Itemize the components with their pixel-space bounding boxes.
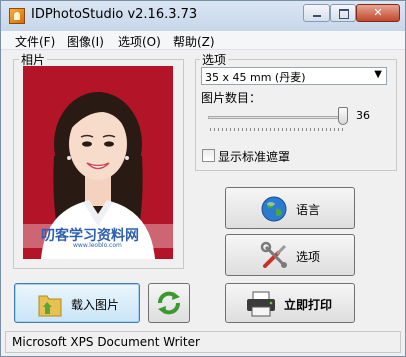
print-now-button[interactable]: 立即打印 xyxy=(225,283,355,323)
slider-ticks xyxy=(210,128,346,131)
folder-icon xyxy=(38,295,62,317)
photo-count-slider-thumb[interactable] xyxy=(338,107,348,125)
options-button[interactable]: 选项 xyxy=(225,234,355,276)
id-photo-preview[interactable]: 叨客学习资料网 www.leoblo.com xyxy=(23,66,173,259)
menu-image[interactable]: 图像(I) xyxy=(67,33,104,50)
photo-size-select[interactable]: 35 x 45 mm (丹麦) ▼ xyxy=(201,67,387,85)
options-group-label: 选项 xyxy=(200,51,229,68)
window-title: IDPhotoStudio v2.16.3.73 xyxy=(31,7,198,22)
load-image-button-label: 载入图片 xyxy=(71,298,120,312)
options-button-label: 选项 xyxy=(296,250,321,264)
menu-bar: 文件(F) 图像(I) 选项(O) 帮助(Z) xyxy=(1,31,405,50)
printer-name: Microsoft XPS Document Writer xyxy=(12,335,200,349)
photo-count-slider[interactable] xyxy=(208,116,348,119)
language-button-label: 语言 xyxy=(296,203,321,217)
menu-file[interactable]: 文件(F) xyxy=(15,33,55,50)
maximize-button[interactable] xyxy=(330,4,356,22)
photo-count-label: 图片数目： xyxy=(201,91,262,105)
print-now-button-label: 立即打印 xyxy=(284,298,333,312)
load-image-button[interactable]: 载入图片 xyxy=(14,283,140,323)
photo-count-value: 36 xyxy=(356,109,370,122)
app-window: IDPhotoStudio v2.16.3.73 文件(F) 图像(I) 选项(… xyxy=(0,0,406,357)
right-earring xyxy=(125,156,129,160)
refresh-button[interactable] xyxy=(148,283,190,323)
language-button[interactable]: 语言 xyxy=(225,187,355,229)
show-mask-label[interactable]: 显示标准遮罩 xyxy=(218,148,290,165)
title-bar[interactable]: IDPhotoStudio v2.16.3.73 xyxy=(1,1,405,31)
globe-icon xyxy=(261,196,287,222)
status-bar: Microsoft XPS Document Writer xyxy=(5,331,401,353)
watermark-url: www.leoblo.com xyxy=(73,242,122,249)
tools-icon xyxy=(260,241,287,268)
menu-options[interactable]: 选项(O) xyxy=(118,33,161,50)
left-earring xyxy=(67,156,71,160)
photo-size-value: 35 x 45 mm (丹麦) xyxy=(205,71,306,84)
minimize-button[interactable] xyxy=(303,4,330,22)
printer-icon xyxy=(247,291,275,317)
left-eye xyxy=(82,141,92,147)
app-icon[interactable] xyxy=(9,8,25,24)
right-eye xyxy=(104,141,114,147)
close-button[interactable] xyxy=(356,4,400,22)
menu-help[interactable]: 帮助(Z) xyxy=(173,33,215,50)
refresh-icon xyxy=(158,291,180,315)
chevron-down-icon: ▼ xyxy=(374,69,382,80)
show-mask-checkbox[interactable] xyxy=(202,149,215,162)
